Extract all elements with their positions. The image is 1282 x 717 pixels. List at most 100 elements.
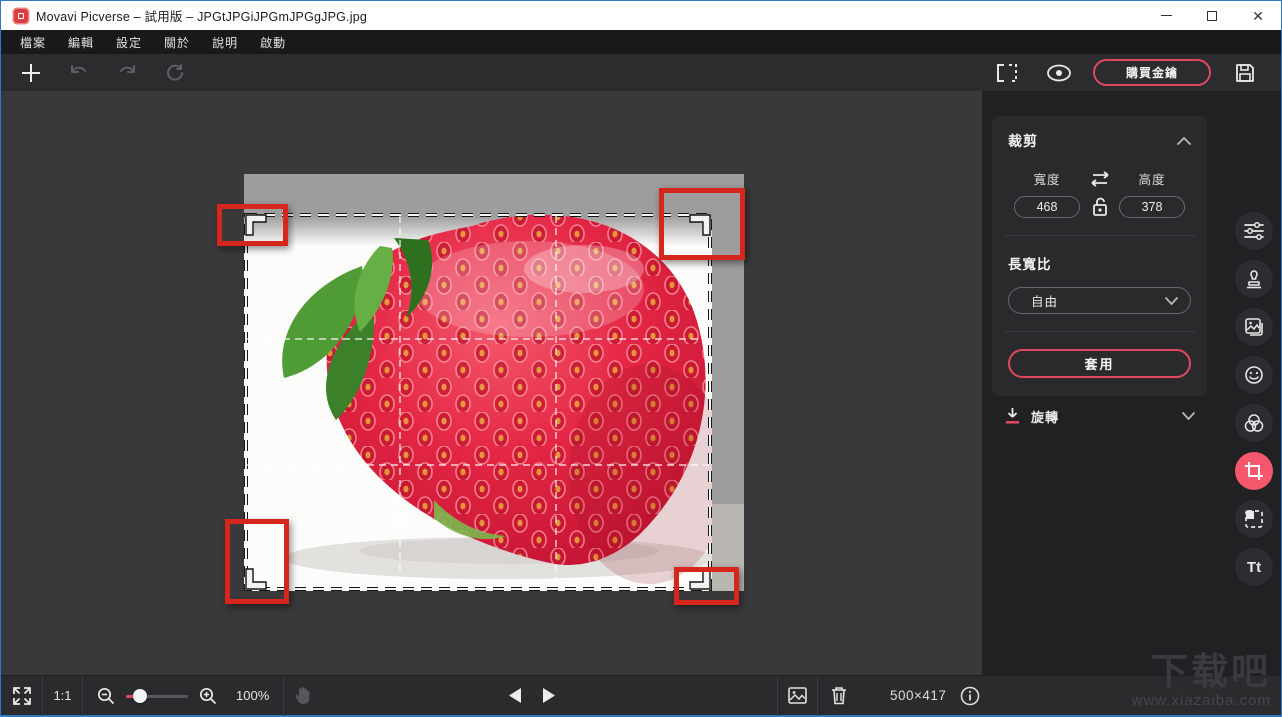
save-floppy-icon	[1235, 63, 1255, 83]
menu-about[interactable]: 關於	[153, 30, 201, 55]
save-button[interactable]	[1227, 58, 1263, 88]
tool-text[interactable]: Tt	[1235, 548, 1273, 586]
crop-panel-title: 裁剪	[1008, 131, 1038, 151]
menu-activate[interactable]: 啟動	[249, 30, 297, 55]
menu-file[interactable]: 檔案	[9, 30, 57, 55]
zoom-ratio-label: 1:1	[53, 688, 71, 703]
buy-key-button[interactable]: 購買金鑰	[1093, 59, 1211, 86]
zoom-in-icon[interactable]	[199, 687, 217, 705]
menu-edit[interactable]: 編輯	[57, 30, 105, 55]
info-button[interactable]	[960, 686, 980, 706]
tool-filters[interactable]	[1235, 404, 1273, 442]
compare-split-icon	[995, 63, 1019, 83]
width-input[interactable]	[1014, 196, 1080, 218]
menu-help[interactable]: 說明	[201, 30, 249, 55]
menu-bar: 檔案 編輯 設定 關於 說明 啟動	[1, 30, 1281, 54]
image-icon	[788, 687, 807, 704]
zoom-out-icon[interactable]	[97, 687, 115, 705]
hand-icon	[294, 686, 311, 705]
height-input[interactable]	[1119, 196, 1185, 218]
undo-button[interactable]	[61, 58, 97, 88]
add-file-button[interactable]	[13, 58, 49, 88]
tool-face-effects[interactable]	[1235, 356, 1273, 394]
editor-canvas[interactable]	[1, 91, 982, 675]
apply-crop-button[interactable]: 套用	[1008, 349, 1191, 378]
width-label: 寬度	[1014, 169, 1080, 188]
annotation-box-top-right	[659, 188, 745, 260]
rotate-section-header[interactable]: 旋轉	[992, 399, 1207, 433]
fit-to-screen-button[interactable]	[1, 676, 42, 715]
aspect-ratio-dropdown[interactable]: 自由	[1008, 287, 1191, 314]
filters-circles-icon	[1243, 413, 1265, 433]
image-size-label: 500×417	[890, 688, 946, 703]
stamp-retouch-icon	[1245, 269, 1263, 289]
next-image-button[interactable]	[542, 687, 557, 704]
chevron-down-icon	[1182, 412, 1195, 420]
bottom-bar: 1:1 100%	[1, 675, 1281, 715]
text-icon: Tt	[1247, 559, 1261, 576]
unlock-icon[interactable]	[1091, 196, 1109, 218]
minimize-icon	[1161, 15, 1172, 16]
navigation-controls	[507, 676, 557, 715]
show-image-info-button[interactable]	[778, 676, 817, 715]
zoom-slider-knob[interactable]	[133, 689, 147, 703]
eye-icon	[1046, 64, 1072, 82]
maximize-button[interactable]	[1189, 1, 1235, 30]
reset-button[interactable]	[157, 58, 193, 88]
zoom-controls: 100%	[83, 687, 283, 705]
annotation-box-top-left	[217, 204, 288, 246]
picture-icon	[1244, 317, 1264, 337]
maximize-icon	[1207, 11, 1217, 21]
annotation-box-bottom-right	[674, 567, 739, 605]
main-content: 裁剪 寬度 高度	[1, 91, 1281, 675]
pan-hand-button[interactable]	[284, 676, 321, 715]
resize-icon	[1244, 509, 1264, 529]
close-button[interactable]: ✕	[1235, 1, 1281, 30]
divider	[1004, 331, 1195, 332]
bottom-right-controls: 500×417	[777, 676, 980, 715]
reset-icon	[165, 63, 185, 83]
tool-crop-active[interactable]	[1235, 452, 1273, 490]
window-title: Movavi Picverse – 試用版 – JPGtJPGiJPGmJPGg…	[36, 6, 367, 25]
menu-settings[interactable]: 設定	[105, 30, 153, 55]
delete-image-button[interactable]	[818, 676, 860, 715]
undo-icon	[68, 63, 90, 83]
tool-adjustments[interactable]	[1235, 212, 1273, 250]
swap-dimensions-icon[interactable]	[1089, 171, 1111, 187]
actual-size-button[interactable]: 1:1	[43, 676, 82, 715]
toolbar: 購買金鑰	[1, 54, 1281, 91]
chevron-down-icon	[1165, 297, 1178, 305]
plus-icon	[20, 62, 42, 84]
smiley-icon	[1244, 365, 1264, 385]
preview-original-button[interactable]	[1041, 58, 1077, 88]
compare-before-after-button[interactable]	[989, 58, 1025, 88]
app-logo-icon	[14, 9, 28, 23]
redo-icon	[116, 63, 138, 83]
fit-screen-icon	[13, 687, 31, 705]
tool-retouch[interactable]	[1235, 260, 1273, 298]
zoom-slider[interactable]	[126, 689, 188, 703]
annotation-box-bottom-left	[225, 519, 289, 604]
crop-panel: 裁剪 寬度 高度	[992, 116, 1207, 396]
title-bar: Movavi Picverse – 試用版 – JPGtJPGiJPGmJPGg…	[1, 1, 1281, 30]
crop-icon	[1244, 461, 1264, 481]
aspect-ratio-label: 長寬比	[1008, 253, 1191, 273]
trash-icon	[831, 686, 847, 705]
right-panel: 裁剪 寬度 高度	[982, 91, 1281, 675]
redo-button[interactable]	[109, 58, 145, 88]
minimize-button[interactable]	[1143, 1, 1189, 30]
app-window: Movavi Picverse – 試用版 – JPGtJPGiJPGmJPGg…	[0, 0, 1282, 717]
tool-background[interactable]	[1235, 308, 1273, 346]
tool-resize[interactable]	[1235, 500, 1273, 538]
aspect-ratio-value: 自由	[1031, 291, 1058, 310]
collapse-chevron-up-icon[interactable]	[1177, 137, 1191, 145]
divider	[1004, 235, 1195, 236]
zoom-percent-label: 100%	[236, 688, 269, 703]
window-controls: ✕	[1143, 1, 1281, 30]
previous-image-button[interactable]	[507, 687, 522, 704]
close-icon: ✕	[1252, 9, 1264, 23]
straighten-icon	[1004, 407, 1021, 425]
height-label: 高度	[1119, 169, 1185, 188]
adjustments-sliders-icon	[1244, 222, 1264, 240]
rotate-section-title: 旋轉	[1031, 407, 1059, 426]
